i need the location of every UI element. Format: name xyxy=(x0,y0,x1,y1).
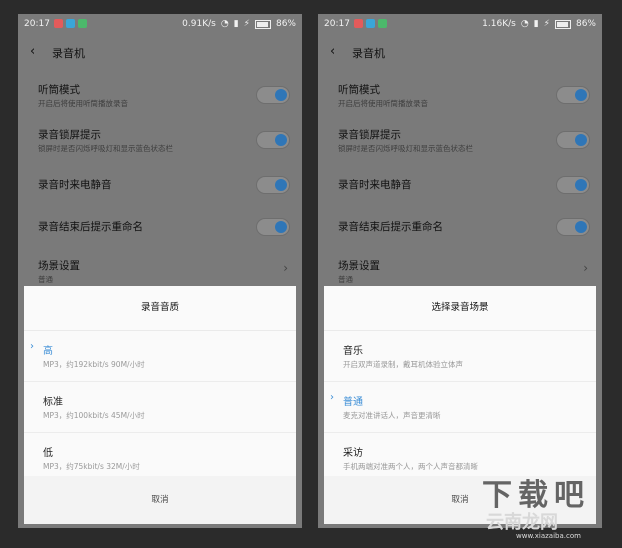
setting-rename-prompt[interactable]: 录音结束后提示重命名 xyxy=(318,213,602,243)
phone-screen-left: 20:17 0.91K/s ◔ ▮ ⚡ 86% ‹ 录音机 听筒模式 开启后将使… xyxy=(18,14,302,528)
setting-label: 录音结束后提示重命名 xyxy=(38,221,143,233)
battery-percent: 86% xyxy=(275,19,296,29)
wifi-icon: ◔ xyxy=(520,19,529,29)
setting-desc: 开启后将使用听筒播放录音 xyxy=(38,99,128,108)
option-label: 低 xyxy=(43,448,53,459)
option-high[interactable]: › 高 MP3，约192kbit/s 90M/小时 xyxy=(24,331,296,382)
network-speed: 0.91K/s xyxy=(182,19,216,29)
setting-desc: 普通 xyxy=(338,275,353,284)
network-speed: 1.16K/s xyxy=(482,19,516,29)
notification-app-icon xyxy=(78,19,87,28)
selected-check-icon: › xyxy=(30,341,34,352)
watermark-url: www.xiazaiba.com xyxy=(516,532,581,540)
option-label: 高 xyxy=(43,346,53,357)
wifi-icon: ◔ xyxy=(220,19,229,29)
option-desc: MP3，约75kbit/s 32M/小时 xyxy=(43,462,140,471)
setting-label: 录音锁屏提示 xyxy=(38,129,101,141)
status-time: 20:17 xyxy=(324,19,350,29)
option-label: 普通 xyxy=(343,397,363,408)
mute-calls-toggle[interactable] xyxy=(256,176,290,194)
option-normal[interactable]: › 普通 麦克对准讲话人，声音更清晰 xyxy=(324,382,596,433)
site-watermark: 下载吧 云南龙网 www.xiazaiba.com xyxy=(482,470,622,548)
rename-prompt-toggle[interactable] xyxy=(556,218,590,236)
status-bar: 20:17 0.91K/s ◔ ▮ ⚡ 86% xyxy=(18,14,302,36)
setting-mute-calls[interactable]: 录音时来电静音 xyxy=(318,171,602,201)
setting-rename-prompt[interactable]: 录音结束后提示重命名 xyxy=(18,213,302,243)
setting-label: 场景设置 xyxy=(38,260,80,272)
status-time: 20:17 xyxy=(24,19,50,29)
signal-icon: ▮ xyxy=(233,19,239,29)
back-icon[interactable]: ‹ xyxy=(30,44,35,59)
battery-percent: 86% xyxy=(575,19,596,29)
quality-dialog: 录音音质 › 高 MP3，约192kbit/s 90M/小时 标准 MP3，约1… xyxy=(24,286,296,524)
setting-scene[interactable]: 场景设置 普通 › xyxy=(318,252,602,286)
notification-app-icon xyxy=(378,19,387,28)
app-bar: ‹ 录音机 xyxy=(18,38,302,66)
dialog-title: 录音音质 xyxy=(24,286,296,331)
watermark-cn-text: 云南龙网 xyxy=(486,512,558,533)
chevron-right-icon: › xyxy=(583,261,588,275)
setting-label: 录音时来电静音 xyxy=(38,179,112,191)
signal-icon: ▮ xyxy=(533,19,539,29)
setting-label: 场景设置 xyxy=(338,260,380,272)
option-desc: 开启双声道录制，戴耳机体验立体声 xyxy=(343,360,463,369)
setting-label: 录音时来电静音 xyxy=(338,179,412,191)
option-standard[interactable]: 标准 MP3，约100kbit/s 45M/小时 xyxy=(24,382,296,433)
option-desc: 手机两端对准两个人，两个人声音都清晰 xyxy=(343,462,478,471)
phone-screen-right: 20:17 1.16K/s ◔ ▮ ⚡ 86% ‹ 录音机 听筒模式 开启后将使… xyxy=(318,14,602,528)
charging-icon: ⚡ xyxy=(243,19,250,29)
app-bar: ‹ 录音机 xyxy=(318,38,602,66)
mute-calls-toggle[interactable] xyxy=(556,176,590,194)
option-desc: 麦克对准讲话人，声音更清晰 xyxy=(343,411,441,420)
setting-desc: 普通 xyxy=(38,275,53,284)
setting-earpiece-mode[interactable]: 听筒模式 开启后将使用听筒播放录音 xyxy=(318,76,602,116)
setting-lockscreen-hint[interactable]: 录音锁屏提示 锁屏时是否闪烁呼吸灯和显示蓝色状态栏 xyxy=(318,121,602,161)
setting-desc: 锁屏时是否闪烁呼吸灯和显示蓝色状态栏 xyxy=(38,144,173,153)
notification-icons xyxy=(354,19,387,28)
page-title: 录音机 xyxy=(352,47,385,60)
setting-label: 听筒模式 xyxy=(338,84,380,96)
notification-app-icon xyxy=(54,19,63,28)
setting-desc: 锁屏时是否闪烁呼吸灯和显示蓝色状态栏 xyxy=(338,144,473,153)
earpiece-toggle[interactable] xyxy=(256,86,290,104)
setting-lockscreen-hint[interactable]: 录音锁屏提示 锁屏时是否闪烁呼吸灯和显示蓝色状态栏 xyxy=(18,121,302,161)
setting-mute-calls[interactable]: 录音时来电静音 xyxy=(18,171,302,201)
page-title: 录音机 xyxy=(52,47,85,60)
notification-icons xyxy=(54,19,87,28)
option-music[interactable]: 音乐 开启双声道录制，戴耳机体验立体声 xyxy=(324,331,596,382)
cancel-button[interactable]: 取消 xyxy=(24,476,296,524)
rename-prompt-toggle[interactable] xyxy=(256,218,290,236)
option-desc: MP3，约192kbit/s 90M/小时 xyxy=(43,360,145,369)
status-right: 1.16K/s ◔ ▮ ⚡ 86% xyxy=(482,19,596,29)
battery-icon xyxy=(254,19,271,29)
notification-app-icon xyxy=(354,19,363,28)
lockscreen-hint-toggle[interactable] xyxy=(256,131,290,149)
option-desc: MP3，约100kbit/s 45M/小时 xyxy=(43,411,145,420)
option-label: 标准 xyxy=(43,397,63,408)
status-bar: 20:17 1.16K/s ◔ ▮ ⚡ 86% xyxy=(318,14,602,36)
selected-check-icon: › xyxy=(330,392,334,403)
setting-label: 录音锁屏提示 xyxy=(338,129,401,141)
lockscreen-hint-toggle[interactable] xyxy=(556,131,590,149)
setting-label: 听筒模式 xyxy=(38,84,80,96)
option-label: 采访 xyxy=(343,448,363,459)
back-icon[interactable]: ‹ xyxy=(330,44,335,59)
chevron-right-icon: › xyxy=(283,261,288,275)
setting-desc: 开启后将使用听筒播放录音 xyxy=(338,99,428,108)
notification-app-icon xyxy=(66,19,75,28)
charging-icon: ⚡ xyxy=(543,19,550,29)
option-label: 音乐 xyxy=(343,346,363,357)
dialog-title: 选择录音场景 xyxy=(324,286,596,331)
setting-scene[interactable]: 场景设置 普通 › xyxy=(18,252,302,286)
notification-app-icon xyxy=(366,19,375,28)
status-right: 0.91K/s ◔ ▮ ⚡ 86% xyxy=(182,19,296,29)
setting-earpiece-mode[interactable]: 听筒模式 开启后将使用听筒播放录音 xyxy=(18,76,302,116)
earpiece-toggle[interactable] xyxy=(556,86,590,104)
battery-icon xyxy=(554,19,571,29)
setting-label: 录音结束后提示重命名 xyxy=(338,221,443,233)
